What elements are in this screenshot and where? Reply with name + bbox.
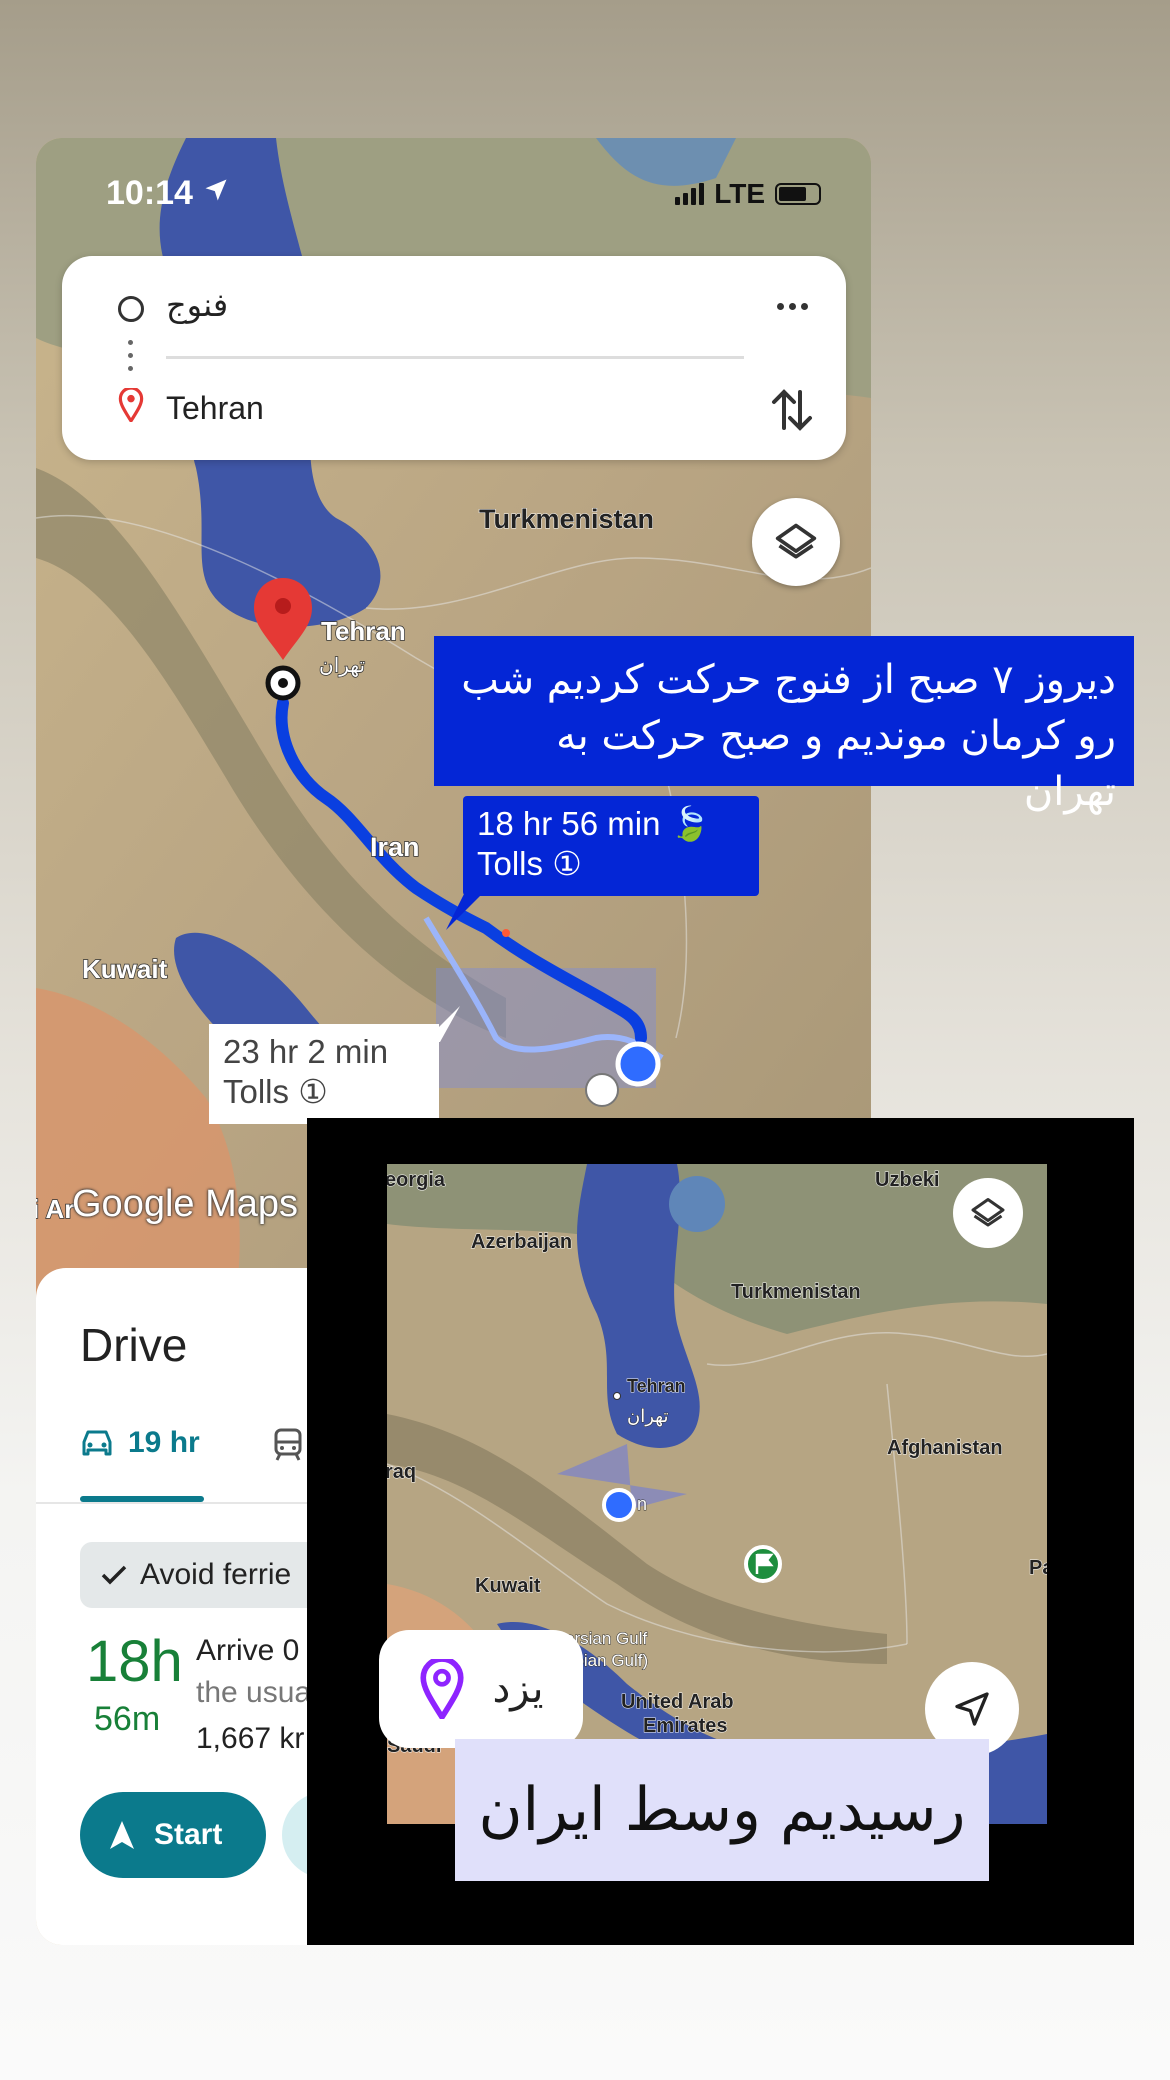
route-alt-time: 23 hr 2 min: [223, 1033, 389, 1070]
toll-icon: ①: [552, 844, 582, 883]
label-afghanistan: Afghanistan: [887, 1437, 1003, 1459]
label-turkmenistan: Turkmenistan: [731, 1281, 861, 1303]
google-maps-logo: Google Maps: [72, 1183, 299, 1225]
toll-icon: ①: [298, 1072, 328, 1111]
layers-button[interactable]: [752, 498, 840, 586]
navigation-arrow-icon: [955, 1692, 989, 1726]
layers-icon: [971, 1198, 1005, 1227]
navigation-arrow-icon: [110, 1821, 134, 1849]
current-location-dot: [602, 1488, 636, 1522]
origin-field[interactable]: فنوج: [166, 286, 228, 324]
destination-field[interactable]: Tehran: [166, 390, 264, 427]
location-arrow-icon: [205, 179, 227, 201]
origin-circle-icon: [118, 296, 144, 322]
current-location-dot: [615, 1041, 661, 1087]
story-caption-bottom: رسیدیم وسط ایران: [455, 1739, 989, 1881]
layers-button[interactable]: [953, 1178, 1023, 1248]
route-dots-icon: [128, 340, 134, 380]
tab-drive-label: 19 hr: [128, 1426, 200, 1459]
distance: 1,667 kr: [196, 1722, 305, 1755]
more-options-button[interactable]: [768, 286, 816, 326]
check-icon: [101, 1565, 127, 1585]
start-button[interactable]: Start: [80, 1792, 266, 1878]
field-divider: [166, 356, 744, 359]
label-tehran-fa: تهران: [627, 1406, 668, 1427]
swap-icon[interactable]: [768, 384, 816, 436]
signal-icon: [675, 183, 705, 205]
arrive-time: Arrive 0: [196, 1634, 300, 1667]
label-uzbekistan: Uzbeki: [875, 1169, 939, 1191]
label-tehran-fa: تهران: [319, 653, 365, 677]
callout-pointer: [424, 1006, 460, 1042]
caption-line-1: دیروز ۷ صبح از فنوج حرکت کردیم شب: [461, 657, 1116, 703]
label-pakistan: Pa: [1029, 1557, 1047, 1579]
route-callout-alt[interactable]: 23 hr 2 min Tolls ①: [209, 1024, 439, 1124]
status-indicators: LTE: [675, 178, 821, 210]
caption-line-2: رو کرمان موندیم و صبح حرکت به تهران: [556, 713, 1116, 815]
route-main-tolls: Tolls: [477, 845, 544, 882]
label-azerbaijan: Azerbaijan: [471, 1231, 572, 1253]
directions-card: فنوج Tehran: [62, 256, 846, 460]
label-uae-2: Emirates: [643, 1715, 728, 1737]
battery-icon: [775, 183, 821, 205]
sheet-title: Drive: [80, 1319, 188, 1371]
network-label: LTE: [714, 178, 765, 209]
label-yazd-partial: n: [637, 1494, 647, 1514]
duration-hours: 18h: [86, 1629, 183, 1694]
callout-pointer: [446, 890, 486, 930]
label-iraq: raq: [387, 1461, 416, 1483]
start-label: Start: [154, 1818, 223, 1851]
status-time: 10:14: [106, 174, 230, 213]
destination-pin-icon: [118, 388, 144, 422]
label-iran: Iran: [370, 832, 420, 862]
tab-drive[interactable]: 19 hr: [80, 1426, 200, 1460]
label-turkmenistan: Turkmenistan: [479, 504, 654, 534]
location-pill[interactable]: یزد: [379, 1630, 583, 1748]
story-caption-top: دیروز ۷ صبح از فنوج حرکت کردیم شب رو کرم…: [434, 636, 1134, 815]
label-arabia: i Ar: [36, 1194, 74, 1224]
car-icon: [82, 1430, 112, 1456]
layers-icon: [775, 523, 817, 559]
label-tehran: Tehran: [627, 1376, 686, 1396]
label-tehran: Tehran: [321, 616, 406, 646]
route-alt-tolls: Tolls: [223, 1073, 290, 1110]
maps-screenshot-inset: eorgia Uzbeki Azerbaijan Turkmenistan Te…: [307, 1118, 1134, 1945]
label-georgia: eorgia: [387, 1169, 446, 1191]
chip-label: Avoid ferrie: [140, 1558, 292, 1591]
transit-icon[interactable]: [272, 1428, 304, 1462]
purple-pin-icon: [420, 1659, 465, 1719]
label-uae-1: United Arab: [621, 1691, 734, 1713]
location-name: یزد: [492, 1666, 544, 1712]
label-kuwait: Kuwait: [82, 954, 168, 984]
traffic-note: the usua: [196, 1676, 312, 1709]
duration-minutes: 56m: [94, 1700, 161, 1738]
label-kuwait: Kuwait: [475, 1575, 541, 1597]
